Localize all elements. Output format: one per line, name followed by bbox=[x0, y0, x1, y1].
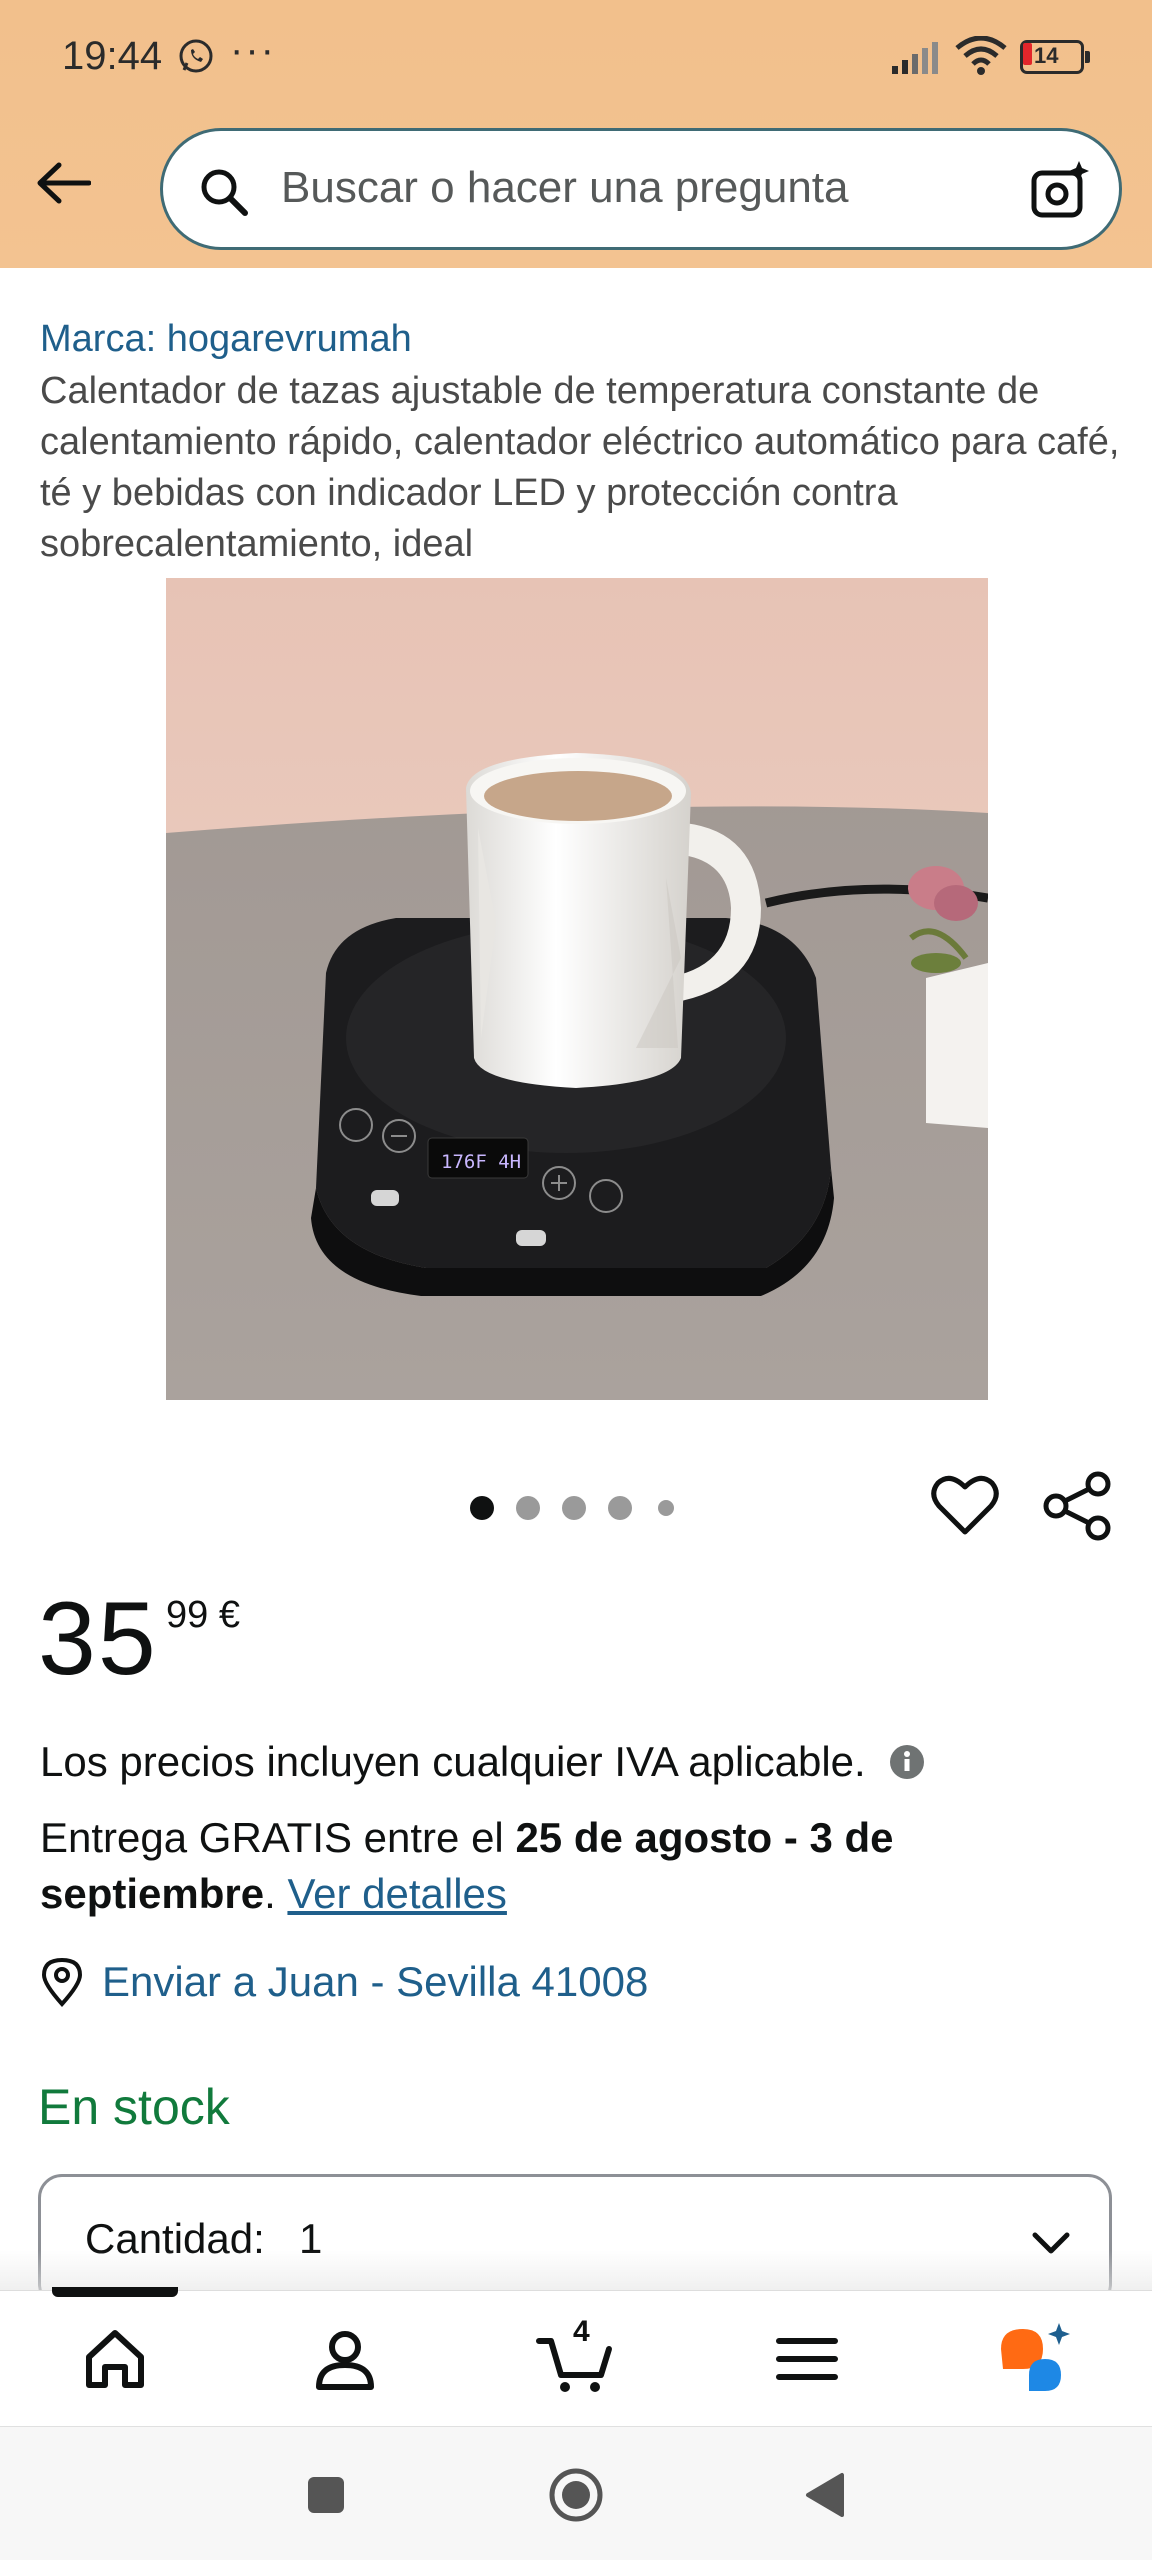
search-placeholder: Buscar o hacer una pregunta bbox=[281, 163, 849, 212]
recents-button-icon[interactable] bbox=[296, 2465, 356, 2525]
vat-notice: Los precios incluyen cualquier IVA aplic… bbox=[40, 1738, 925, 1786]
wishlist-heart-icon[interactable] bbox=[930, 1470, 1000, 1540]
menu-icon bbox=[776, 2338, 838, 2380]
carousel-dot-5[interactable] bbox=[658, 1500, 674, 1516]
delivery-info: Entrega GRATIS entre el 25 de agosto - 3… bbox=[40, 1810, 1120, 1922]
status-time: 19:44 bbox=[62, 34, 163, 78]
cart-count-badge: 4 bbox=[573, 2315, 590, 2348]
carousel-dot-2[interactable] bbox=[516, 1496, 540, 1520]
nav-rufus[interactable] bbox=[995, 2319, 1075, 2399]
search-icon bbox=[201, 169, 248, 216]
bottom-navigation: 4 bbox=[0, 2287, 1152, 2426]
notification-overflow-icon: ··· bbox=[230, 28, 276, 72]
system-navigation-bar bbox=[0, 2426, 1152, 2560]
home-icon bbox=[86, 2330, 144, 2388]
price-whole: 35 bbox=[38, 1581, 158, 1697]
delivery-details-link[interactable]: Ver detalles bbox=[287, 1870, 506, 1917]
nav-home[interactable] bbox=[75, 2319, 155, 2399]
camera-search-icon[interactable] bbox=[1029, 159, 1091, 221]
nav-menu[interactable] bbox=[767, 2319, 847, 2399]
app-header: 19:44 ··· 14 Buscar o hacer una pregunta bbox=[0, 0, 1152, 268]
stock-status: En stock bbox=[38, 2079, 230, 2135]
share-icon[interactable] bbox=[1042, 1470, 1114, 1542]
active-tab-indicator bbox=[52, 2287, 178, 2297]
back-button[interactable] bbox=[30, 150, 96, 216]
account-icon bbox=[316, 2331, 374, 2390]
product-title: Calentador de tazas ajustable de tempera… bbox=[40, 370, 1120, 565]
status-bar: 19:44 ··· 14 bbox=[0, 0, 1152, 110]
location-pin-icon bbox=[41, 1957, 83, 2007]
image-carousel-dots[interactable] bbox=[470, 1494, 690, 1522]
signal-icon bbox=[892, 42, 938, 74]
battery-level: 14 bbox=[1034, 43, 1059, 68]
product-image[interactable]: 176F 4H bbox=[166, 578, 988, 1400]
back-arrow-icon bbox=[37, 162, 91, 204]
vat-text: Los precios incluyen cualquier IVA aplic… bbox=[40, 1738, 866, 1785]
back-button-icon[interactable] bbox=[796, 2465, 856, 2525]
content-fade bbox=[0, 2250, 1152, 2290]
carousel-dot-4[interactable] bbox=[608, 1496, 632, 1520]
display-readout: 176F 4H bbox=[441, 1151, 521, 1173]
brand-link[interactable]: Marca: hogarevrumah bbox=[40, 318, 412, 361]
rufus-assistant-icon bbox=[1001, 2323, 1070, 2391]
home-button-icon[interactable] bbox=[546, 2465, 606, 2525]
whatsapp-icon bbox=[179, 39, 213, 73]
delivery-prefix: Entrega GRATIS entre el bbox=[40, 1814, 516, 1861]
nav-account[interactable] bbox=[305, 2319, 385, 2399]
battery-icon: 14 bbox=[1020, 40, 1090, 74]
ship-to-text: Enviar a Juan - Sevilla 41008 bbox=[102, 1958, 649, 2005]
delivery-suffix: . bbox=[264, 1870, 288, 1917]
wifi-icon bbox=[955, 36, 1007, 75]
carousel-dot-3[interactable] bbox=[562, 1496, 586, 1520]
carousel-dot-1[interactable] bbox=[470, 1496, 494, 1520]
nav-cart[interactable]: 4 bbox=[535, 2315, 615, 2399]
price-fraction: 99 € bbox=[166, 1594, 240, 1636]
search-input[interactable]: Buscar o hacer una pregunta bbox=[160, 128, 1122, 250]
info-icon[interactable] bbox=[889, 1744, 925, 1780]
